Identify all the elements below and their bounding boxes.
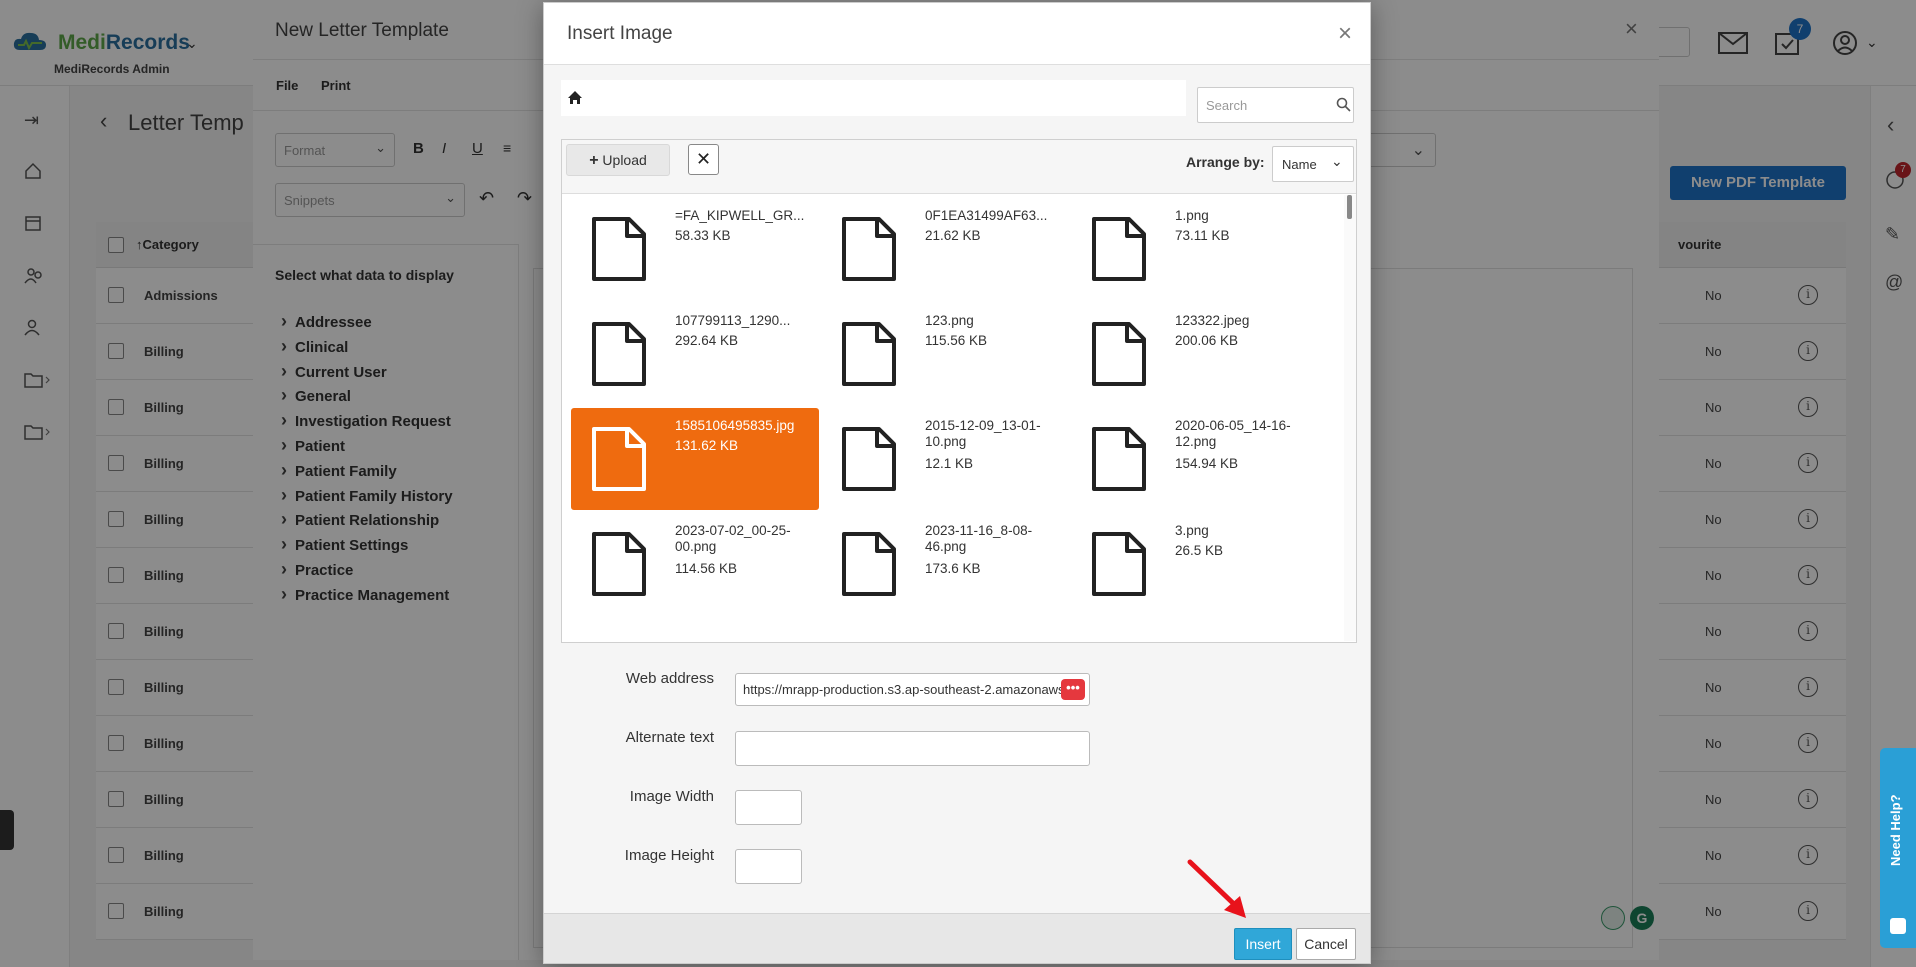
file-icon [841, 216, 897, 282]
file-icon [591, 531, 647, 597]
file-browser-toolbar: + Upload ✕ Arrange by: Name ⌄ [562, 140, 1356, 194]
file-size: 131.62 KB [675, 438, 739, 453]
file-search-input[interactable] [1198, 88, 1328, 122]
web-address-input[interactable] [735, 673, 1090, 706]
file-size: 200.06 KB [1175, 333, 1239, 348]
file-item[interactable]: 123322.jpeg 200.06 KB [1071, 303, 1319, 405]
file-size: 292.64 KB [675, 333, 739, 348]
file-size: 173.6 KB [925, 561, 981, 576]
plus-icon: + [589, 152, 599, 169]
file-size: 154.94 KB [1175, 456, 1239, 471]
dialog-title: Insert Image [567, 23, 673, 44]
file-size: 114.56 KB [675, 561, 738, 576]
file-name: 123322.jpeg [1175, 313, 1250, 328]
chevron-down-icon: ⌄ [1331, 153, 1343, 169]
file-icon [841, 426, 897, 492]
file-icon [591, 216, 647, 282]
annotation-arrow-icon [1180, 856, 1260, 926]
file-icon [591, 321, 647, 387]
file-item[interactable]: 2015-12-09_13-01-10.png 12.1 KB [821, 408, 1069, 510]
close-icon: ✕ [695, 149, 712, 169]
upload-button[interactable]: + Upload [566, 144, 670, 176]
insert-button[interactable]: Insert [1234, 928, 1292, 960]
image-width-label: Image Width [629, 788, 714, 805]
delete-file-button[interactable]: ✕ [688, 144, 719, 175]
file-name: 107799113_1290... [675, 313, 791, 328]
file-name: 0F1EA31499AF63... [925, 208, 1048, 223]
file-size: 26.5 KB [1175, 543, 1224, 558]
file-icon [1091, 321, 1147, 387]
arrange-by-select[interactable]: Name ⌄ [1272, 146, 1354, 182]
file-item[interactable]: 2023-07-02_00-25-00.png 114.56 KB [571, 513, 819, 615]
alternate-text-label: Alternate text [625, 729, 714, 746]
image-height-input[interactable] [735, 849, 802, 884]
file-name: =FA_KIPWELL_GR... [675, 208, 805, 223]
arrange-by-label: Arrange by: [1186, 154, 1265, 170]
file-name: 1.png [1175, 208, 1209, 223]
file-size: 73.11 KB [1175, 228, 1230, 243]
file-item[interactable]: 107799113_1290... 292.64 KB [571, 303, 819, 405]
file-name: 2020-06-05_14-16-12.png [1175, 418, 1291, 449]
file-name: 2023-07-02_00-25-00.png [675, 523, 791, 554]
file-item-selected[interactable]: 1585106495835.jpg 131.62 KB [571, 408, 819, 510]
image-width-input[interactable] [735, 790, 802, 825]
cancel-button[interactable]: Cancel [1296, 928, 1356, 960]
file-icon [1091, 531, 1147, 597]
need-help-label: Need Help? [1888, 794, 1903, 866]
folder-path-bar [561, 80, 1186, 116]
file-name: 3.png [1175, 523, 1209, 538]
file-name: 123.png [925, 313, 974, 328]
file-item[interactable]: 123.png 115.56 KB [821, 303, 1069, 405]
file-icon [1091, 216, 1147, 282]
chat-bubble-icon [1890, 918, 1906, 934]
file-name: 1585106495835.jpg [675, 418, 795, 433]
file-size: 58.33 KB [675, 228, 731, 243]
scrollbar-thumb[interactable] [1347, 195, 1352, 219]
file-name: 2015-12-09_13-01-10.png [925, 418, 1041, 449]
insert-image-dialog: Insert Image × + Upload ✕ Arrange by: Na… [543, 2, 1371, 964]
alternate-text-input[interactable] [735, 731, 1090, 766]
file-grid-scrollbar[interactable] [1344, 195, 1356, 641]
file-item[interactable]: 0F1EA31499AF63... 21.62 KB [821, 198, 1069, 300]
dialog-header: Insert Image × [544, 3, 1370, 65]
file-item[interactable]: =FA_KIPWELL_GR... 58.33 KB [571, 198, 819, 300]
home-folder-icon[interactable] [567, 90, 583, 105]
password-manager-icon[interactable]: ••• [1061, 679, 1085, 700]
file-item[interactable]: 2020-06-05_14-16-12.png 154.94 KB [1071, 408, 1319, 510]
file-icon [1091, 426, 1147, 492]
dialog-close-icon[interactable]: × [1334, 22, 1356, 46]
image-height-label: Image Height [624, 847, 714, 864]
file-item[interactable]: 2023-11-16_8-08-46.png 173.6 KB [821, 513, 1069, 615]
file-browser: + Upload ✕ Arrange by: Name ⌄ =FA_KIPWELL… [561, 139, 1357, 643]
file-item[interactable]: 3.png 26.5 KB [1071, 513, 1319, 615]
file-size: 12.1 KB [925, 456, 974, 471]
file-icon [841, 531, 897, 597]
need-help-tab[interactable]: Need Help? [1880, 748, 1916, 948]
file-size: 21.62 KB [925, 228, 981, 243]
file-grid: =FA_KIPWELL_GR... 58.33 KB 0F1EA31499AF63.… [562, 195, 1342, 641]
search-icon[interactable] [1336, 97, 1351, 112]
file-item[interactable]: 1.png 73.11 KB [1071, 198, 1319, 300]
file-icon [841, 321, 897, 387]
file-search-box [1197, 87, 1354, 123]
file-size: 115.56 KB [925, 333, 988, 348]
web-address-label: Web address [625, 670, 714, 687]
file-icon [591, 426, 647, 492]
file-name: 2023-11-16_8-08-46.png [925, 523, 1033, 554]
